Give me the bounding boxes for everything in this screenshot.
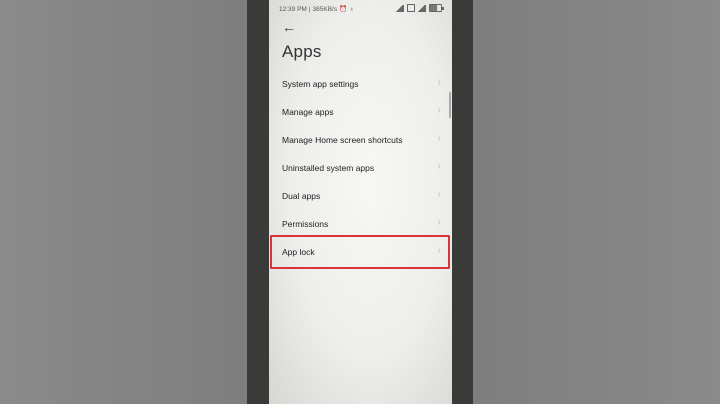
status-bar: 12:39 PM | 385KB/s ⏰ ♁ [269,0,452,18]
page-title: Apps [282,42,322,61]
menu-item-system-app-settings[interactable]: System app settings › [269,70,452,98]
phone-bezel-right [452,0,473,404]
menu-item-label: Dual apps [282,191,321,201]
menu-item-manage-apps[interactable]: Manage apps › [269,98,452,126]
menu-item-label: Permissions [282,219,329,229]
menu-item-app-lock[interactable]: App lock › [269,238,452,266]
menu-item-permissions[interactable]: Permissions › [269,210,452,238]
chevron-right-icon: › [437,217,441,228]
phone-bezel-left [247,0,269,404]
menu-item-label: System app settings [282,79,359,89]
chevron-right-icon: › [437,77,441,88]
menu-item-dual-apps[interactable]: Dual apps › [269,182,452,210]
menu-item-label: App lock [282,247,315,257]
signal-2-icon [418,4,426,12]
back-arrow-icon[interactable]: ← [282,19,296,35]
menu-item-uninstalled-system-apps[interactable]: Uninstalled system apps › [269,154,452,182]
alarm-icon: ⏰ [339,6,348,13]
status-right [396,4,444,12]
notification-icon: ♁ [349,6,355,13]
battery-icon [429,4,444,12]
chevron-right-icon: › [437,189,441,200]
menu-item-label: Manage Home screen shortcuts [282,135,403,145]
scrollbar[interactable] [449,92,451,118]
menu-item-label: Uninstalled system apps [282,163,375,173]
chevron-right-icon: › [437,105,441,116]
background-right [473,0,720,404]
menu-item-home-shortcuts[interactable]: Manage Home screen shortcuts › [269,126,452,154]
chevron-right-icon: › [437,245,441,256]
chevron-right-icon: › [437,133,441,144]
chevron-right-icon: › [437,161,441,172]
background-left [0,0,247,404]
volte-icon [407,4,415,12]
signal-icon [396,4,404,12]
phone-screen: 12:39 PM | 385KB/s ⏰ ♁ ← Apps System app set… [269,0,452,404]
menu-item-label: Manage apps [282,107,334,117]
status-time: 12:39 PM [279,6,307,13]
status-data-speed: 385KB/s [312,6,338,13]
status-left: 12:39 PM | 385KB/s ⏰ ♁ [279,6,355,13]
